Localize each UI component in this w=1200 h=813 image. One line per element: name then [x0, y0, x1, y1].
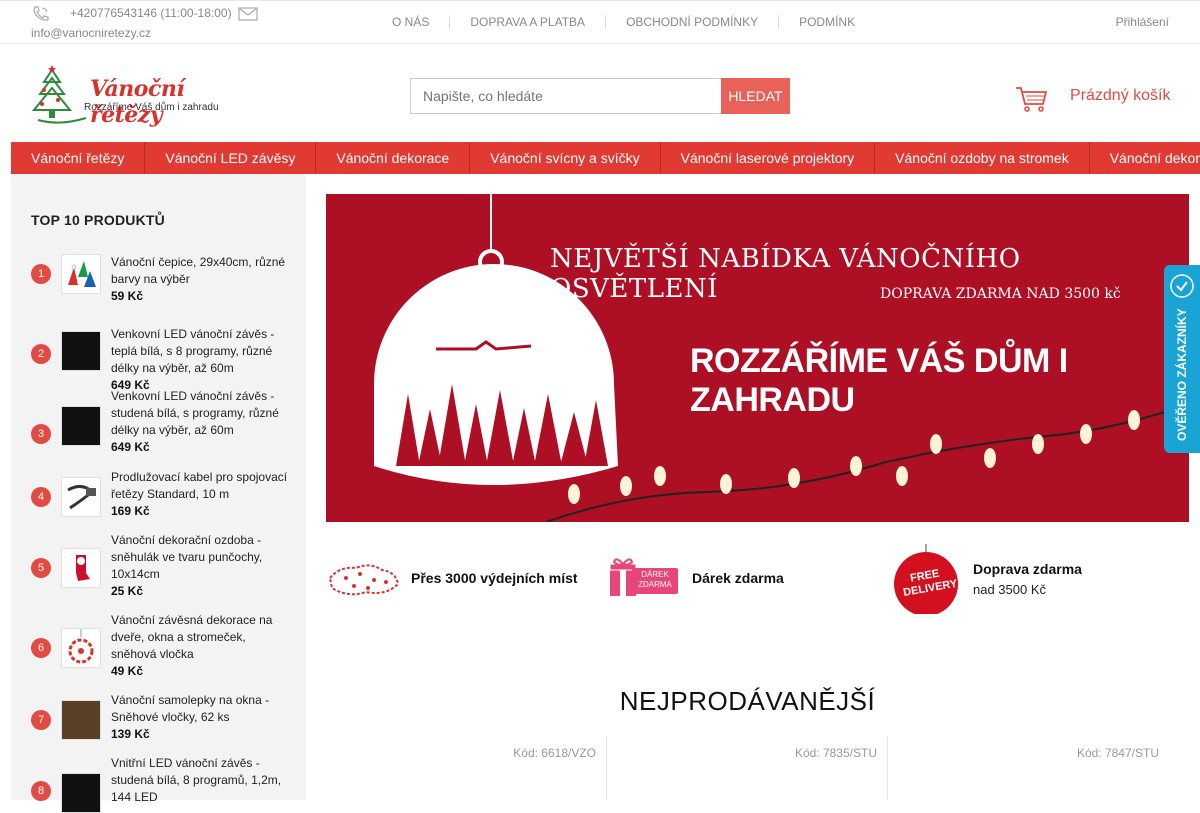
rank-badge: 1	[31, 264, 51, 284]
product-price: 49 Kč	[111, 664, 144, 678]
category-item[interactable]: Vánoční laserové projektory	[661, 142, 876, 174]
category-item[interactable]: Vánoční LED závěsy	[145, 142, 317, 174]
rank-badge: 4	[31, 487, 51, 507]
product-card[interactable]: Kód: 7847/STU	[888, 736, 1169, 800]
product-name[interactable]: Vánoční dekorační ozdoba - sněhulák ve t…	[111, 532, 291, 583]
logo-subtitle: Rozzáříme Váš dům i zahradu	[84, 102, 219, 113]
mail-icon	[238, 7, 258, 21]
top-nav-conditions[interactable]: PODMÍNK	[779, 15, 875, 29]
product-price: 169 Kč	[111, 504, 150, 518]
product-card[interactable]: Kód: 7835/STU	[607, 736, 887, 800]
search-button[interactable]: HLEDAT	[721, 78, 790, 114]
product-name[interactable]: Venkovní LED vánoční závěs - teplá bílá,…	[111, 326, 291, 377]
czech-map-icon	[328, 564, 400, 596]
category-item[interactable]: Vánoční řetězy	[11, 142, 146, 174]
product-name[interactable]: Vánoční samolepky na okna - Sněhové vloč…	[111, 692, 291, 726]
product-name[interactable]: Venkovní LED vánoční závěs - studená bíl…	[111, 388, 291, 439]
product-thumbnail[interactable]	[61, 331, 101, 371]
top-nav-shipping[interactable]: DOPRAVA A PLATBA	[450, 15, 607, 29]
cart-icon[interactable]	[1014, 80, 1048, 114]
rank-badge: 2	[31, 344, 51, 364]
phone-icon	[33, 6, 49, 21]
rank-badge: 6	[31, 638, 51, 658]
verified-badge-label: OVĚŘENO ZÁKAZNÍKY	[1175, 308, 1189, 442]
product-thumbnail[interactable]	[61, 406, 101, 446]
category-item[interactable]: Vánoční dekorace	[316, 142, 471, 174]
product-price: 649 Kč	[111, 440, 150, 454]
banner-shipping: DOPRAVA ZDARMA NAD 3500 kč	[880, 286, 1121, 302]
heureka-seal-icon	[1170, 274, 1194, 298]
rank-badge: 3	[31, 424, 51, 444]
logo[interactable]: Vánoční řetězy Rozzáříme Váš dům i zahra…	[30, 62, 220, 128]
feature-title: Doprava zdarma	[973, 561, 1082, 577]
feature-pickup-points: Přes 3000 výdejních míst	[326, 544, 596, 614]
top10-sidebar: TOP 10 PRODUKTŮ 1 Vánoční čepice, 29x40c…	[11, 174, 306, 813]
product-code: Kód: 7835/STU	[794, 746, 877, 760]
product-card[interactable]: Kód: 6618/VZO	[326, 736, 606, 800]
category-item[interactable]: Vánoční dekorace - VY	[1090, 142, 1200, 174]
top-bar: +420776543146 (11:00-18:00) info@vanocni…	[0, 0, 1200, 44]
rank-badge: 5	[31, 558, 51, 578]
category-item[interactable]: Vánoční svícny a svíčky	[470, 142, 661, 174]
product-thumbnail[interactable]	[61, 254, 101, 294]
feature-free-gift: DÁREK ZDARMA Dárek zdarma	[608, 544, 878, 614]
phone-number[interactable]: +420776543146 (11:00-18:00)	[70, 6, 232, 20]
feature-title: Přes 3000 výdejních míst	[411, 570, 578, 586]
tree-logo-icon	[31, 65, 87, 124]
category-nav: Vánoční řetězy Vánoční LED závěsy Vánočn…	[11, 142, 1200, 174]
rank-badge: 7	[31, 710, 51, 730]
gift-badge-text: DÁREK ZDARMA	[638, 570, 672, 589]
product-code: Kód: 6618/VZO	[513, 746, 596, 760]
product-code: Kód: 7847/STU	[1076, 746, 1159, 760]
product-name[interactable]: Vnitřní LED vánoční závěs - studená bílá…	[111, 755, 291, 806]
product-name[interactable]: Vánoční čepice, 29x40cm, různé barvy na …	[111, 254, 291, 288]
product-price: 25 Kč	[111, 584, 144, 598]
verified-by-customers-badge[interactable]: OVĚŘENO ZÁKAZNÍKY	[1164, 265, 1200, 453]
top10-title: TOP 10 PRODUKTŮ	[31, 212, 165, 228]
product-thumbnail[interactable]	[61, 548, 101, 588]
free-delivery-icon: FREE DELIVERY	[890, 544, 960, 614]
gift-icon: DÁREK ZDARMA	[608, 556, 680, 600]
login-link[interactable]: Přihlášení	[1116, 15, 1169, 29]
top-nav-terms[interactable]: OBCHODNÍ PODMÍNKY	[606, 15, 780, 29]
rank-badge: 8	[31, 781, 51, 801]
product-thumbnail[interactable]	[61, 628, 101, 668]
product-thumbnail[interactable]	[61, 700, 101, 740]
feature-subtitle: nad 3500 Kč	[973, 582, 1047, 597]
category-item[interactable]: Vánoční ozdoby na stromek	[875, 142, 1090, 174]
product-thumbnail[interactable]	[61, 477, 101, 517]
product-name[interactable]: Vánoční závěsná dekorace na dveře, okna …	[111, 612, 291, 663]
feature-free-delivery: FREE DELIVERY Doprava zdarma nad 3500 Kč	[890, 544, 1170, 614]
banner-slogan: ROZZÁŘÍME VÁŠ DŮM I ZAHRADU	[690, 342, 1068, 419]
email-address[interactable]: info@vanocniretezy.cz	[31, 26, 151, 40]
product-price: 139 Kč	[111, 727, 150, 741]
top-nav: O NÁS DOPRAVA A PLATBA OBCHODNÍ PODMÍNKY…	[372, 15, 875, 29]
search-input[interactable]	[410, 78, 722, 114]
product-thumbnail[interactable]	[61, 773, 101, 813]
cart-link[interactable]: Prázdný košík	[1070, 87, 1170, 105]
top-nav-about[interactable]: O NÁS	[372, 15, 451, 29]
product-name[interactable]: Prodlužovací kabel pro spojovací řetězy …	[111, 469, 291, 503]
hero-banner[interactable]: NEJVĚTŠÍ NABÍDKA VÁNOČNÍHO OSVĚTLENÍ DOP…	[326, 194, 1189, 522]
bestsellers-title: NEJPRODÁVANĚJŠÍ	[619, 686, 876, 716]
product-price: 59 Kč	[111, 289, 144, 303]
feature-title: Dárek zdarma	[692, 570, 784, 586]
